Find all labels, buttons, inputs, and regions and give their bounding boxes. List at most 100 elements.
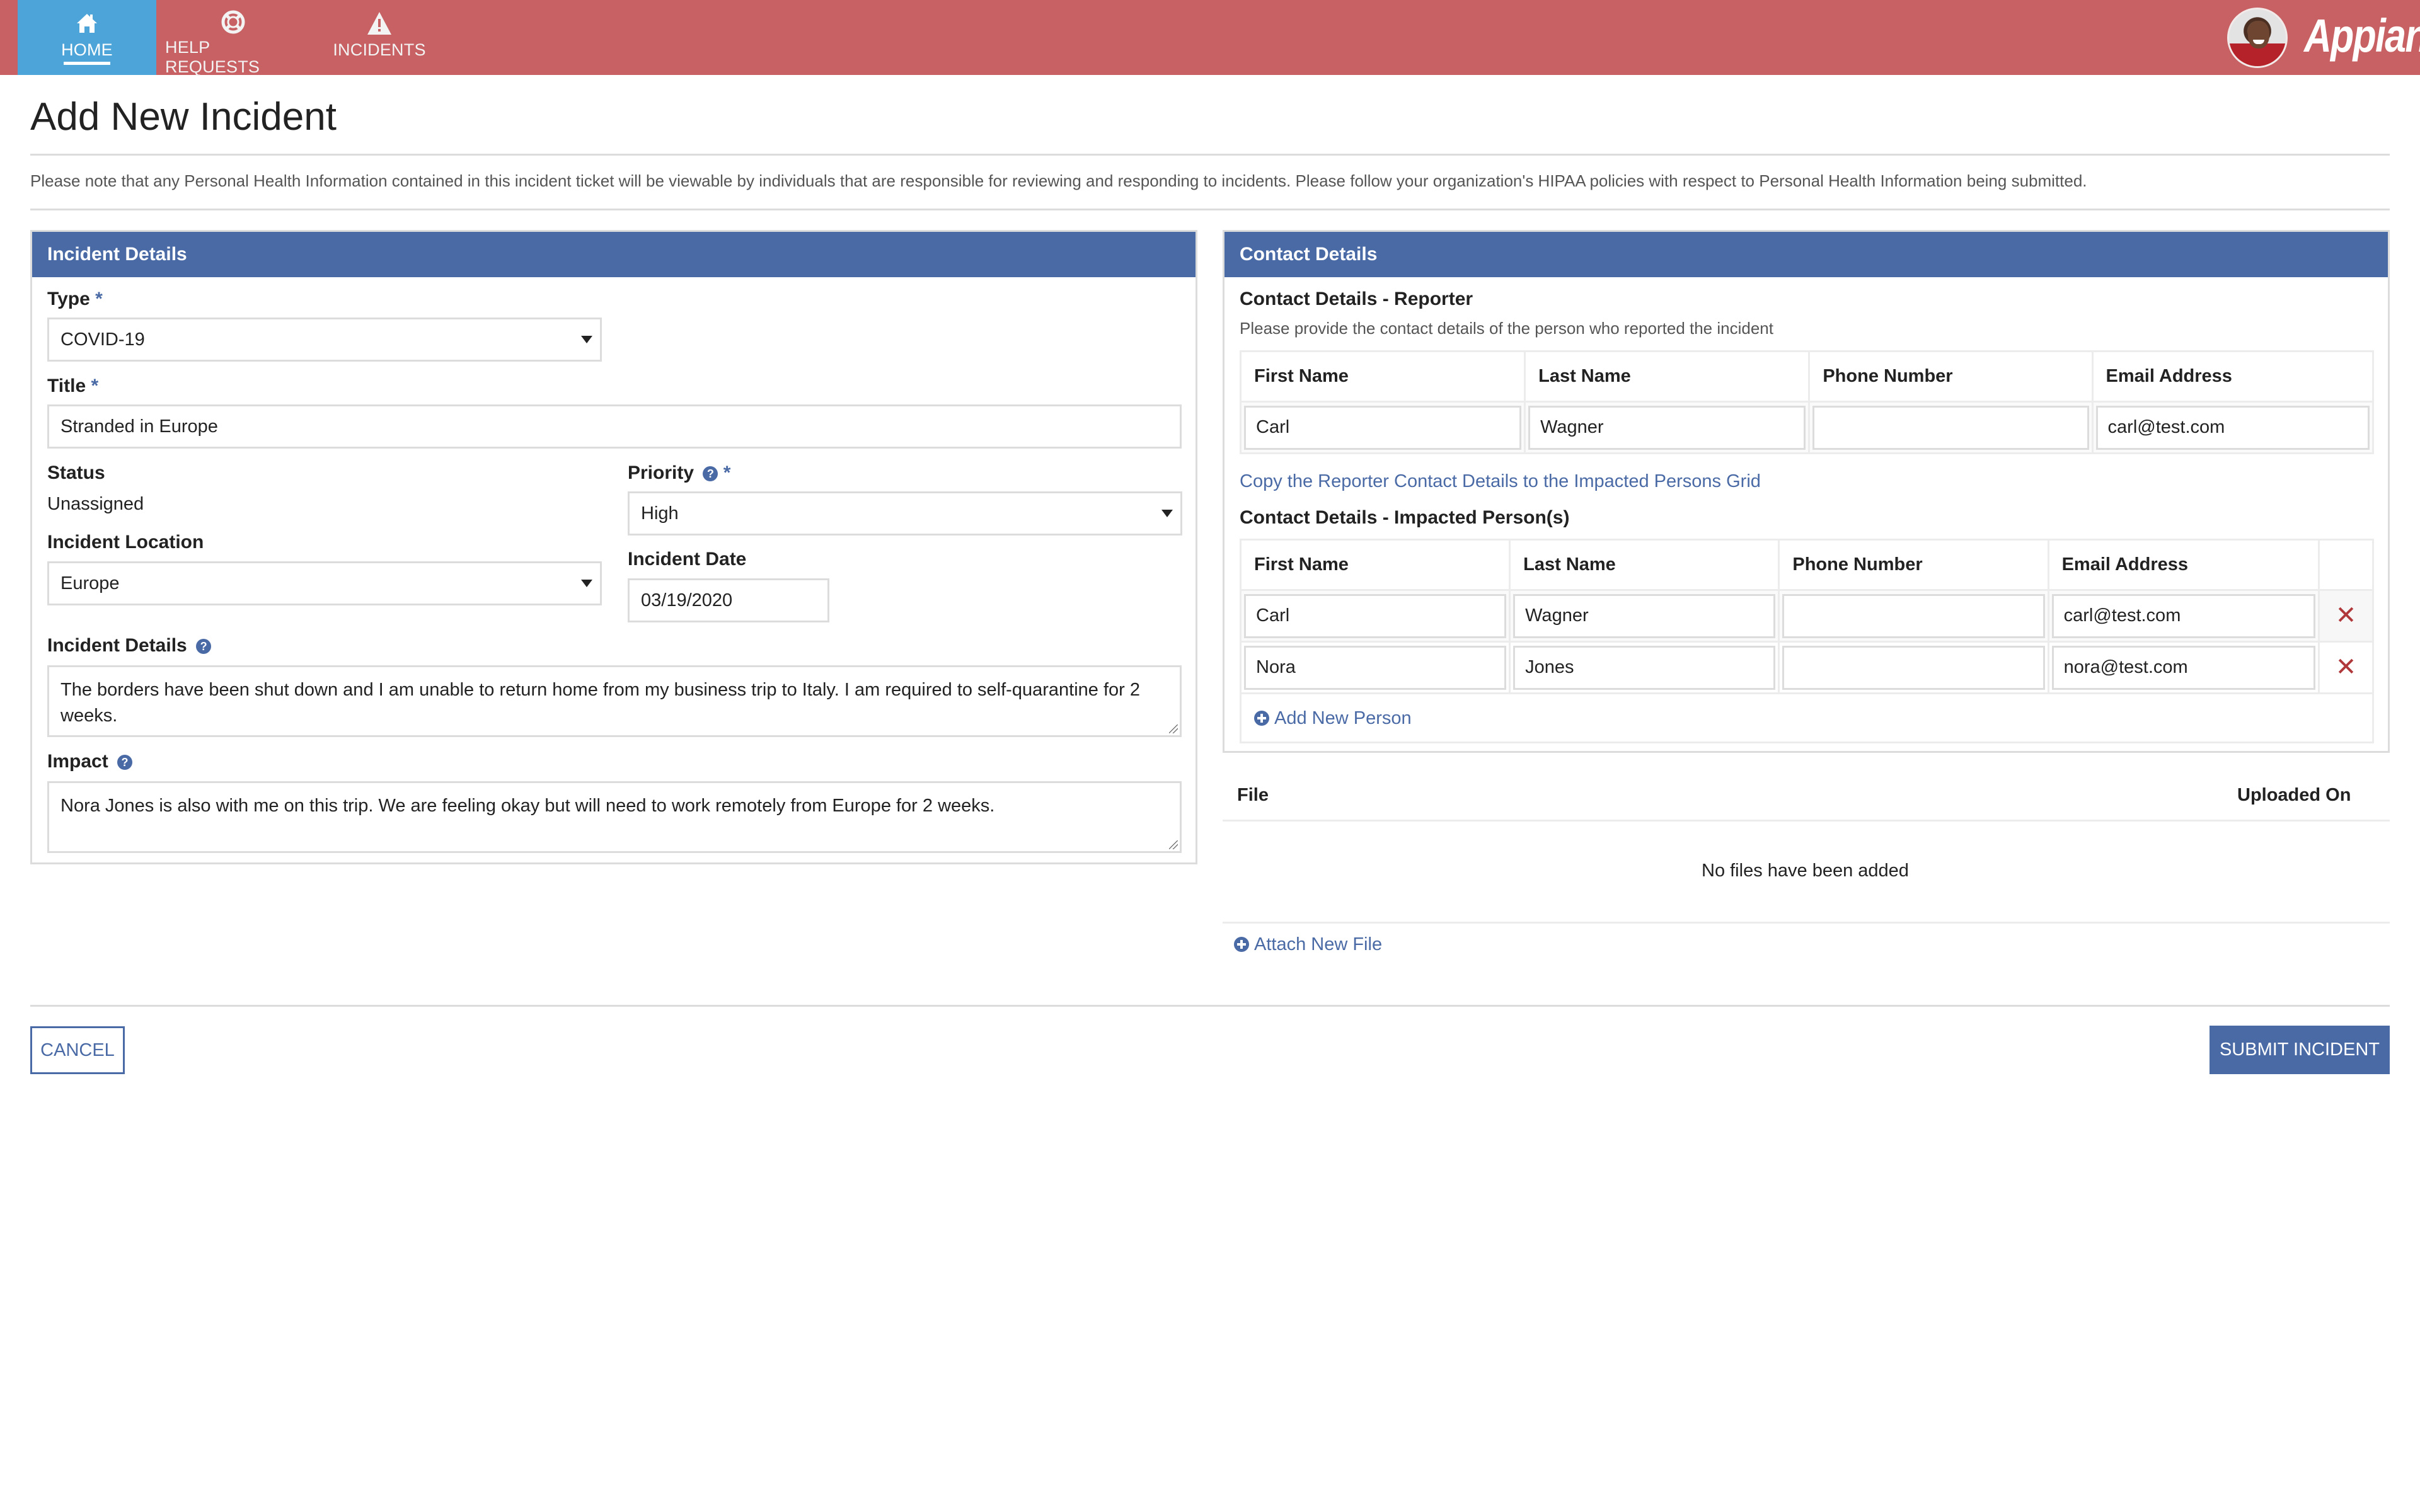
grid-cell: Jones <box>1509 641 1780 694</box>
reporter-phone-input[interactable] <box>1812 405 2089 450</box>
column-header-phone-number: Phone Number <box>1808 350 2094 403</box>
attach-new-file-label: Attach New File <box>1254 934 1383 954</box>
help-icon[interactable]: ? <box>703 466 718 481</box>
column-header-first-name: First Name <box>1239 539 1511 591</box>
column-header-actions <box>2318 539 2374 591</box>
grid-cell <box>1778 589 2049 643</box>
column-header-first-name: First Name <box>1239 350 1526 403</box>
tab-home[interactable]: HOME <box>18 0 156 75</box>
required-marker: * <box>723 462 731 483</box>
warning-icon <box>366 10 393 37</box>
attach-new-file-link[interactable]: Attach New File <box>1234 934 1382 955</box>
title-input[interactable]: Stranded in Europe <box>47 404 1182 449</box>
impact-textarea[interactable]: Nora Jones is also with me on this trip.… <box>47 781 1182 853</box>
reporter-grid: First Name Last Name Phone Number Email … <box>1239 350 2375 454</box>
delete-row-icon[interactable]: ✕ <box>2336 653 2357 681</box>
contact-details-header: Contact Details <box>1224 232 2388 277</box>
cancel-button[interactable]: CANCEL <box>30 1026 125 1074</box>
top-nav-bar: HOME HELP REQUESTS INCIDENTS Appian <box>0 0 2420 76</box>
resize-handle-icon[interactable] <box>1169 724 1178 733</box>
grid-cell: carl@test.com <box>2047 589 2320 643</box>
incident-date-value: 03/19/2020 <box>641 590 733 610</box>
reporter-first-name-input[interactable]: Carl <box>1244 405 1522 450</box>
tab-help-requests-label: HELP REQUESTS <box>165 38 260 76</box>
impact-value: Nora Jones is also with me on this trip.… <box>60 796 995 816</box>
type-select[interactable]: COVID-19 <box>47 318 602 362</box>
required-marker: * <box>95 289 103 309</box>
tab-incidents[interactable]: INCIDENTS <box>328 0 431 75</box>
impacted-first-name-input[interactable]: Carl <box>1244 593 1507 638</box>
contact-details-card: Contact Details Contact Details - Report… <box>1223 230 2390 753</box>
impact-label-text: Impact <box>47 751 108 772</box>
chevron-down-icon <box>1161 510 1173 517</box>
notice-divider <box>30 209 2390 210</box>
add-person-cell: Add New Person <box>1240 692 2374 743</box>
impacted-section-title: Contact Details - Impacted Person(s) <box>1240 507 1570 528</box>
impact-label: Impact ? <box>47 751 133 772</box>
files-header-divider <box>1223 820 2390 822</box>
grid-cell: ✕ <box>2318 589 2374 643</box>
submit-incident-button[interactable]: SUBMIT INCIDENT <box>2210 1026 2390 1074</box>
plus-circle-icon <box>1234 937 1249 952</box>
reporter-last-name-input[interactable]: Wagner <box>1528 405 1806 450</box>
incident-details-textarea[interactable]: The borders have been shut down and I am… <box>47 665 1182 737</box>
column-header-last-name: Last Name <box>1509 539 1780 591</box>
active-tab-indicator <box>64 62 110 65</box>
priority-label-text: Priority <box>628 462 694 483</box>
home-icon <box>74 10 100 37</box>
reporter-section-title: Contact Details - Reporter <box>1240 289 1473 309</box>
grid-cell: carl@test.com <box>2091 401 2375 454</box>
title-label-text: Title <box>47 375 86 396</box>
user-avatar[interactable] <box>2227 8 2288 68</box>
title-divider <box>30 154 2390 156</box>
chevron-down-icon <box>581 580 592 587</box>
grid-cell: Carl <box>1239 589 1511 643</box>
avatar-face <box>2248 21 2269 49</box>
reporter-email-input[interactable]: carl@test.com <box>2095 405 2370 450</box>
add-new-person-link[interactable]: Add New Person <box>1254 708 1412 728</box>
files-column-uploaded-on: Uploaded On <box>2237 785 2351 805</box>
grid-cell <box>1808 401 2094 454</box>
grid-cell: nora@test.com <box>2047 641 2320 694</box>
impacted-phone-input[interactable] <box>1782 593 2045 638</box>
incident-date-input[interactable]: 03/19/2020 <box>628 578 829 622</box>
title-value: Stranded in Europe <box>60 416 218 437</box>
grid-cell: ✕ <box>2318 641 2374 694</box>
incident-details-header: Incident Details <box>32 232 1196 277</box>
impacted-last-name-input[interactable]: Wagner <box>1513 593 1776 638</box>
incident-details-label-text: Incident Details <box>47 635 187 656</box>
add-row: Add New Person <box>1240 692 2374 743</box>
files-empty-message: No files have been added <box>1702 861 1909 881</box>
hipaa-notice: Please note that any Personal Health Inf… <box>30 171 2087 190</box>
table-row: Carl Wagner carl@test.com <box>1239 401 2375 454</box>
delete-row-icon[interactable]: ✕ <box>2336 602 2357 629</box>
impacted-last-name-input[interactable]: Jones <box>1513 645 1776 690</box>
files-column-file: File <box>1237 785 1269 805</box>
resize-handle-icon[interactable] <box>1169 840 1178 849</box>
impacted-email-input[interactable]: nora@test.com <box>2051 645 2316 690</box>
incident-date-label: Incident Date <box>628 549 747 570</box>
tab-help-requests[interactable]: HELP REQUESTS <box>165 0 301 76</box>
column-header-last-name: Last Name <box>1524 350 1811 403</box>
table-row: Carl Wagner carl@test.com ✕ <box>1239 589 2374 643</box>
incident-location-select[interactable]: Europe <box>47 561 602 605</box>
grid-cell: Wagner <box>1509 589 1780 643</box>
priority-select[interactable]: High <box>628 491 1182 536</box>
copy-reporter-link[interactable]: Copy the Reporter Contact Details to the… <box>1240 471 1761 492</box>
help-icon[interactable]: ? <box>196 639 212 654</box>
priority-label: Priority ? * <box>628 462 730 484</box>
type-label-text: Type <box>47 289 90 309</box>
grid-cell <box>1778 641 2049 694</box>
status-label: Status <box>47 462 105 483</box>
impacted-first-name-input[interactable]: Nora <box>1244 645 1507 690</box>
impacted-phone-input[interactable] <box>1782 645 2045 690</box>
chevron-down-icon <box>581 336 592 343</box>
incident-location-value: Europe <box>60 573 120 593</box>
priority-value: High <box>641 503 679 524</box>
status-value: Unassigned <box>47 494 144 514</box>
required-marker: * <box>91 375 99 396</box>
incident-details-card: Incident Details Type * COVID-19 Title *… <box>30 230 1197 864</box>
impacted-email-input[interactable]: carl@test.com <box>2051 593 2316 638</box>
help-icon[interactable]: ? <box>117 755 133 770</box>
actions-divider <box>30 1005 2390 1007</box>
